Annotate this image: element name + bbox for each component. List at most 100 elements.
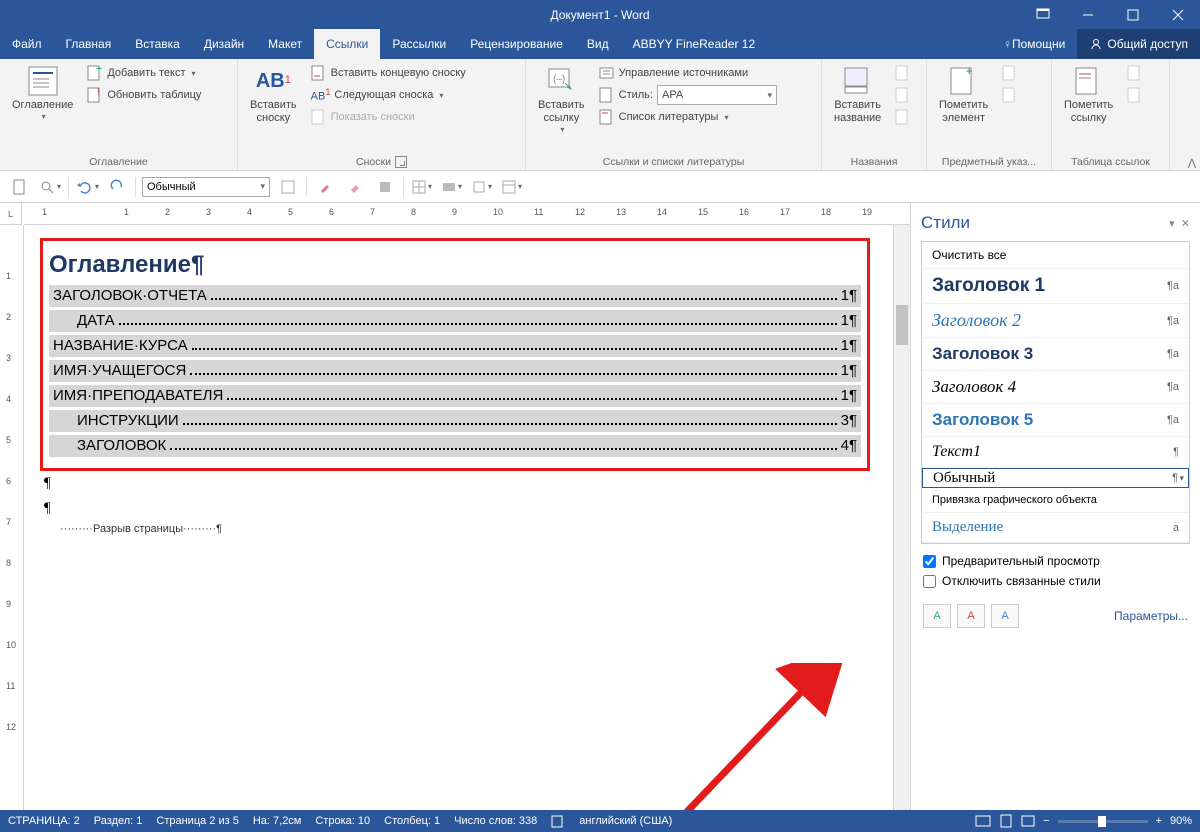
tab-ссылки[interactable]: Ссылки <box>314 29 380 59</box>
style-selector[interactable]: Обычный <box>142 177 270 197</box>
close-icon[interactable] <box>1155 0 1200 29</box>
index-extra2[interactable] <box>998 85 1022 105</box>
style-inspector-button[interactable]: A <box>957 604 985 628</box>
qat-doc-icon[interactable] <box>8 175 32 199</box>
vertical-ruler[interactable]: 123456789101112 <box>0 225 24 810</box>
toc-entry[interactable]: НАЗВАНИЕ·КУРСА1 <box>49 335 861 357</box>
qat-icon7[interactable]: ▾ <box>500 175 524 199</box>
tab-рецензирование[interactable]: Рецензирование <box>458 29 575 59</box>
qat-icon3[interactable] <box>373 175 397 199</box>
tab-главная[interactable]: Главная <box>54 29 124 59</box>
qat-brush-icon[interactable] <box>313 175 337 199</box>
status-words[interactable]: Число слов: 338 <box>454 815 537 827</box>
qat-table-icon[interactable]: ▾ <box>410 175 434 199</box>
qat-search-icon[interactable]: ▾ <box>38 175 62 199</box>
show-notes-button[interactable]: Показать сноски <box>307 107 470 127</box>
status-lang[interactable]: английский (США) <box>579 815 672 827</box>
tab-макет[interactable]: Макет <box>256 29 314 59</box>
mark-citation-button[interactable]: Пометить ссылку <box>1058 63 1119 127</box>
horizontal-ruler[interactable]: 112345678910111213141516171819 <box>24 203 910 225</box>
style-item[interactable]: Заголовок 4¶a <box>922 371 1189 404</box>
manage-sources-button[interactable]: Управление источниками <box>595 63 815 83</box>
footnotes-launcher[interactable] <box>395 156 407 168</box>
manage-styles-button[interactable]: A <box>991 604 1019 628</box>
style-options-link[interactable]: Параметры... <box>1114 609 1188 623</box>
new-style-button[interactable]: A <box>923 604 951 628</box>
status-pages[interactable]: Страница 2 из 5 <box>156 815 238 827</box>
share-button[interactable]: Общий доступ <box>1077 29 1200 59</box>
style-item[interactable]: Текст1¶ <box>922 437 1189 468</box>
tab-abbyy finereader 12[interactable]: ABBYY FineReader 12 <box>621 29 768 59</box>
qat-icon6[interactable]: ▾ <box>470 175 494 199</box>
insert-endnote-button[interactable]: Вставить концевую сноску <box>307 63 470 83</box>
toc-entry[interactable]: ИНСТРУКЦИИ3 <box>49 410 861 432</box>
toa-extra2[interactable] <box>1123 85 1147 105</box>
svg-text:(–): (–) <box>553 74 565 85</box>
tab-файл[interactable]: Файл <box>0 29 54 59</box>
bibliography-button[interactable]: Список литературы▾ <box>595 107 815 127</box>
zoom-level[interactable]: 90% <box>1170 815 1192 827</box>
insert-footnote-button[interactable]: АВ1 Вставить сноску <box>244 63 303 127</box>
style-item[interactable]: Привязка графического объекта <box>922 488 1189 513</box>
vertical-scrollbar[interactable] <box>893 225 910 810</box>
citation-style-select[interactable]: Стиль:APA <box>595 85 815 105</box>
caption-extra3[interactable] <box>891 107 915 127</box>
next-footnote-button[interactable]: AB1Следующая сноска▾ <box>307 85 470 105</box>
tab-вид[interactable]: Вид <box>575 29 621 59</box>
status-page[interactable]: СТРАНИЦА: 2 <box>8 815 80 827</box>
style-item[interactable]: Заголовок 2¶a <box>922 304 1189 338</box>
style-item[interactable]: Заголовок 5¶a <box>922 404 1189 437</box>
style-dropdown[interactable]: APA <box>657 85 777 105</box>
style-item[interactable]: Заголовок 1¶a <box>922 269 1189 304</box>
mark-entry-button[interactable]: + Пометить элемент <box>933 63 994 127</box>
qat-eraser-icon[interactable] <box>343 175 367 199</box>
status-col[interactable]: Столбец: 1 <box>384 815 440 827</box>
qat-icon5[interactable]: ▾ <box>440 175 464 199</box>
clear-all-style[interactable]: Очистить все <box>922 242 1189 269</box>
ribbon: Оглавление▾ +Добавить текст▾ !Обновить т… <box>0 59 1200 171</box>
zoom-slider[interactable] <box>1058 820 1148 823</box>
add-text-button[interactable]: +Добавить текст▾ <box>83 63 205 83</box>
toa-extra1[interactable] <box>1123 63 1147 83</box>
caption-extra1[interactable] <box>891 63 915 83</box>
toc-entry[interactable]: ДАТА1 <box>49 310 861 332</box>
disable-linked-checkbox[interactable]: Отключить связанные стили <box>923 574 1188 588</box>
style-item[interactable]: Заголовок 3¶a <box>922 338 1189 371</box>
minimize-icon[interactable] <box>1065 0 1110 29</box>
tab-дизайн[interactable]: Дизайн <box>192 29 256 59</box>
ribbon-options-icon[interactable] <box>1020 0 1065 29</box>
zoom-out-button[interactable]: − <box>1043 815 1049 827</box>
toc-entry[interactable]: ЗАГОЛОВОК·ОТЧЕТА1 <box>49 285 861 307</box>
zoom-in-button[interactable]: + <box>1156 815 1162 827</box>
tab-рассылки[interactable]: Рассылки <box>380 29 458 59</box>
page[interactable]: Оглавление ЗАГОЛОВОК·ОТЧЕТА1ДАТА1НАЗВАНИ… <box>40 238 870 537</box>
status-proof-icon[interactable] <box>551 814 565 828</box>
tell-me[interactable]: ♀ Помощни <box>991 29 1077 59</box>
insert-caption-button[interactable]: Вставить название <box>828 63 887 127</box>
toc-button[interactable]: Оглавление▾ <box>6 63 79 124</box>
qat-extra-icon[interactable] <box>276 175 300 199</box>
status-section[interactable]: Раздел: 1 <box>94 815 143 827</box>
status-at[interactable]: На: 7,2см <box>253 815 302 827</box>
style-item[interactable]: Обычный¶ <box>922 468 1189 488</box>
status-line[interactable]: Строка: 10 <box>315 815 370 827</box>
view-print-icon[interactable] <box>999 814 1013 828</box>
preview-checkbox[interactable]: Предварительный просмотр <box>923 554 1188 568</box>
collapse-ribbon-icon[interactable]: ⋀ <box>1188 158 1196 169</box>
undo-button[interactable]: ▾ <box>75 175 99 199</box>
toc-entry[interactable]: ИМЯ·ПРЕПОДАВАТЕЛЯ1 <box>49 385 861 407</box>
view-web-icon[interactable] <box>1021 814 1035 828</box>
insert-citation-button[interactable]: (–) Вставить ссылку▾ <box>532 63 591 137</box>
pane-options-icon[interactable]: ▾ <box>1169 218 1175 230</box>
caption-extra2[interactable] <box>891 85 915 105</box>
style-item[interactable]: Выделениеa <box>922 513 1189 543</box>
toc-entry[interactable]: ИМЯ·УЧАЩЕГОСЯ1 <box>49 360 861 382</box>
index-extra1[interactable] <box>998 63 1022 83</box>
toc-entry[interactable]: ЗАГОЛОВОК4 <box>49 435 861 457</box>
tab-вставка[interactable]: Вставка <box>123 29 192 59</box>
redo-button[interactable] <box>105 175 129 199</box>
view-read-icon[interactable] <box>975 814 991 828</box>
update-table-button[interactable]: !Обновить таблицу <box>83 85 205 105</box>
pane-close-icon[interactable]: ✕ <box>1181 218 1190 230</box>
maximize-icon[interactable] <box>1110 0 1155 29</box>
